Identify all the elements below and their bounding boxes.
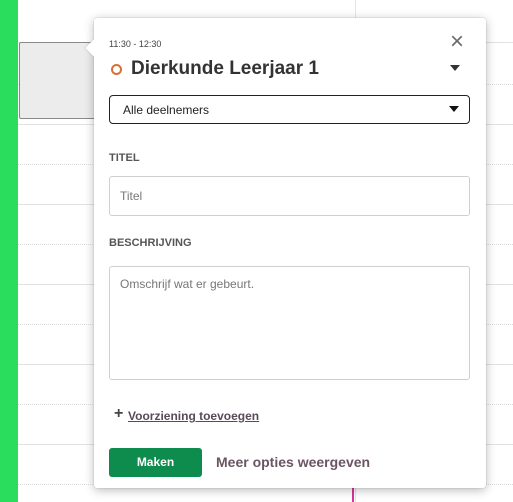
description-label: BESCHRIJVING <box>109 237 192 249</box>
plus-icon: + <box>114 405 124 422</box>
title-label: TITEL <box>109 152 140 164</box>
participants-select-value: Alle deelnemers <box>123 103 210 117</box>
chevron-down-icon <box>449 106 459 112</box>
event-time: 11:30 - 12:30 <box>109 39 162 49</box>
close-button[interactable]: × <box>446 30 468 54</box>
participants-select[interactable]: Alle deelnemers <box>109 95 470 124</box>
more-options-link[interactable]: Meer opties weergeven <box>216 454 370 470</box>
title-input[interactable] <box>109 176 470 216</box>
description-input[interactable] <box>109 266 470 380</box>
add-resource-link[interactable]: Voorziening toevoegen <box>128 409 259 423</box>
calendar-status-icon <box>111 64 122 75</box>
close-icon: × <box>449 28 464 55</box>
calendar-chevron-down-icon[interactable] <box>450 65 460 71</box>
new-event-popup: 11:30 - 12:30 × Dierkunde Leerjaar 1 All… <box>84 18 486 488</box>
calendar-name: Dierkunde Leerjaar 1 <box>131 58 319 79</box>
create-button[interactable]: Maken <box>109 448 202 477</box>
